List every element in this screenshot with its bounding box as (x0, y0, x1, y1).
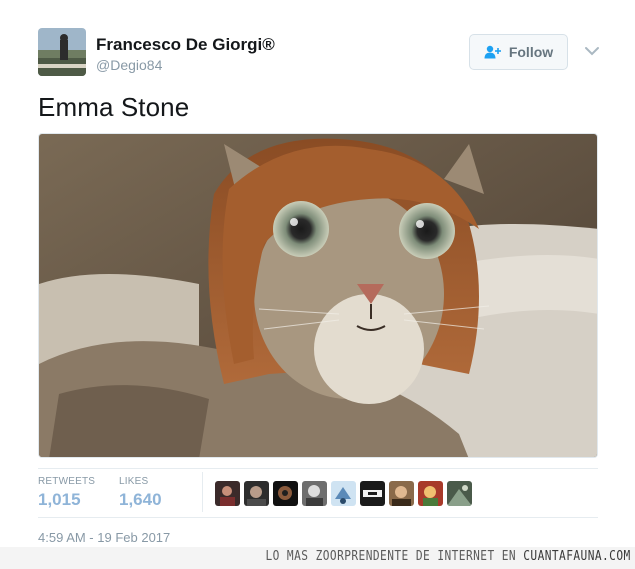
chevron-down-icon[interactable] (584, 45, 600, 57)
tweet-photo[interactable] (38, 133, 598, 458)
watermark-brand: CUANTAFAUNA.COM (523, 549, 631, 564)
author-avatar[interactable] (38, 28, 86, 76)
likes-count[interactable]: 1,640 (119, 490, 162, 510)
author-handle[interactable]: @Degio84 (96, 57, 162, 73)
stats-separator (202, 472, 203, 512)
watermark-text: LO MAS ZOORPRENDENTE DE INTERNET EN CUAN… (266, 549, 631, 564)
stats-bottom-divider (38, 517, 598, 518)
follow-button[interactable]: Follow (469, 34, 568, 70)
photo-cat-with-wig-icon (39, 134, 597, 457)
liker-avatars (215, 481, 472, 506)
liker-avatar-icon[interactable] (447, 481, 472, 506)
liker-avatar-icon[interactable] (244, 481, 269, 506)
stats-top-divider (38, 468, 598, 469)
retweets-label[interactable]: RETWEETS (38, 476, 95, 487)
liker-avatar-icon[interactable] (215, 481, 240, 506)
watermark-prefix: LO MAS ZOORPRENDENTE DE INTERNET EN (265, 549, 524, 564)
liker-avatar-icon[interactable] (389, 481, 414, 506)
liker-avatar-icon[interactable] (302, 481, 327, 506)
add-user-icon (484, 45, 501, 59)
retweets-count[interactable]: 1,015 (38, 490, 81, 510)
liker-avatar-icon[interactable] (418, 481, 443, 506)
liker-avatar-icon[interactable] (273, 481, 298, 506)
likes-label[interactable]: LIKES (119, 476, 148, 487)
avatar-photo-icon (38, 28, 86, 76)
tweet-timestamp[interactable]: 4:59 AM - 19 Feb 2017 (38, 530, 170, 545)
liker-avatar-icon[interactable] (331, 481, 356, 506)
author-display-name[interactable]: Francesco De Giorgi® (96, 35, 275, 55)
follow-button-label: Follow (508, 44, 554, 60)
liker-avatar-icon[interactable] (360, 481, 385, 506)
tweet-text: Emma Stone (38, 92, 190, 122)
